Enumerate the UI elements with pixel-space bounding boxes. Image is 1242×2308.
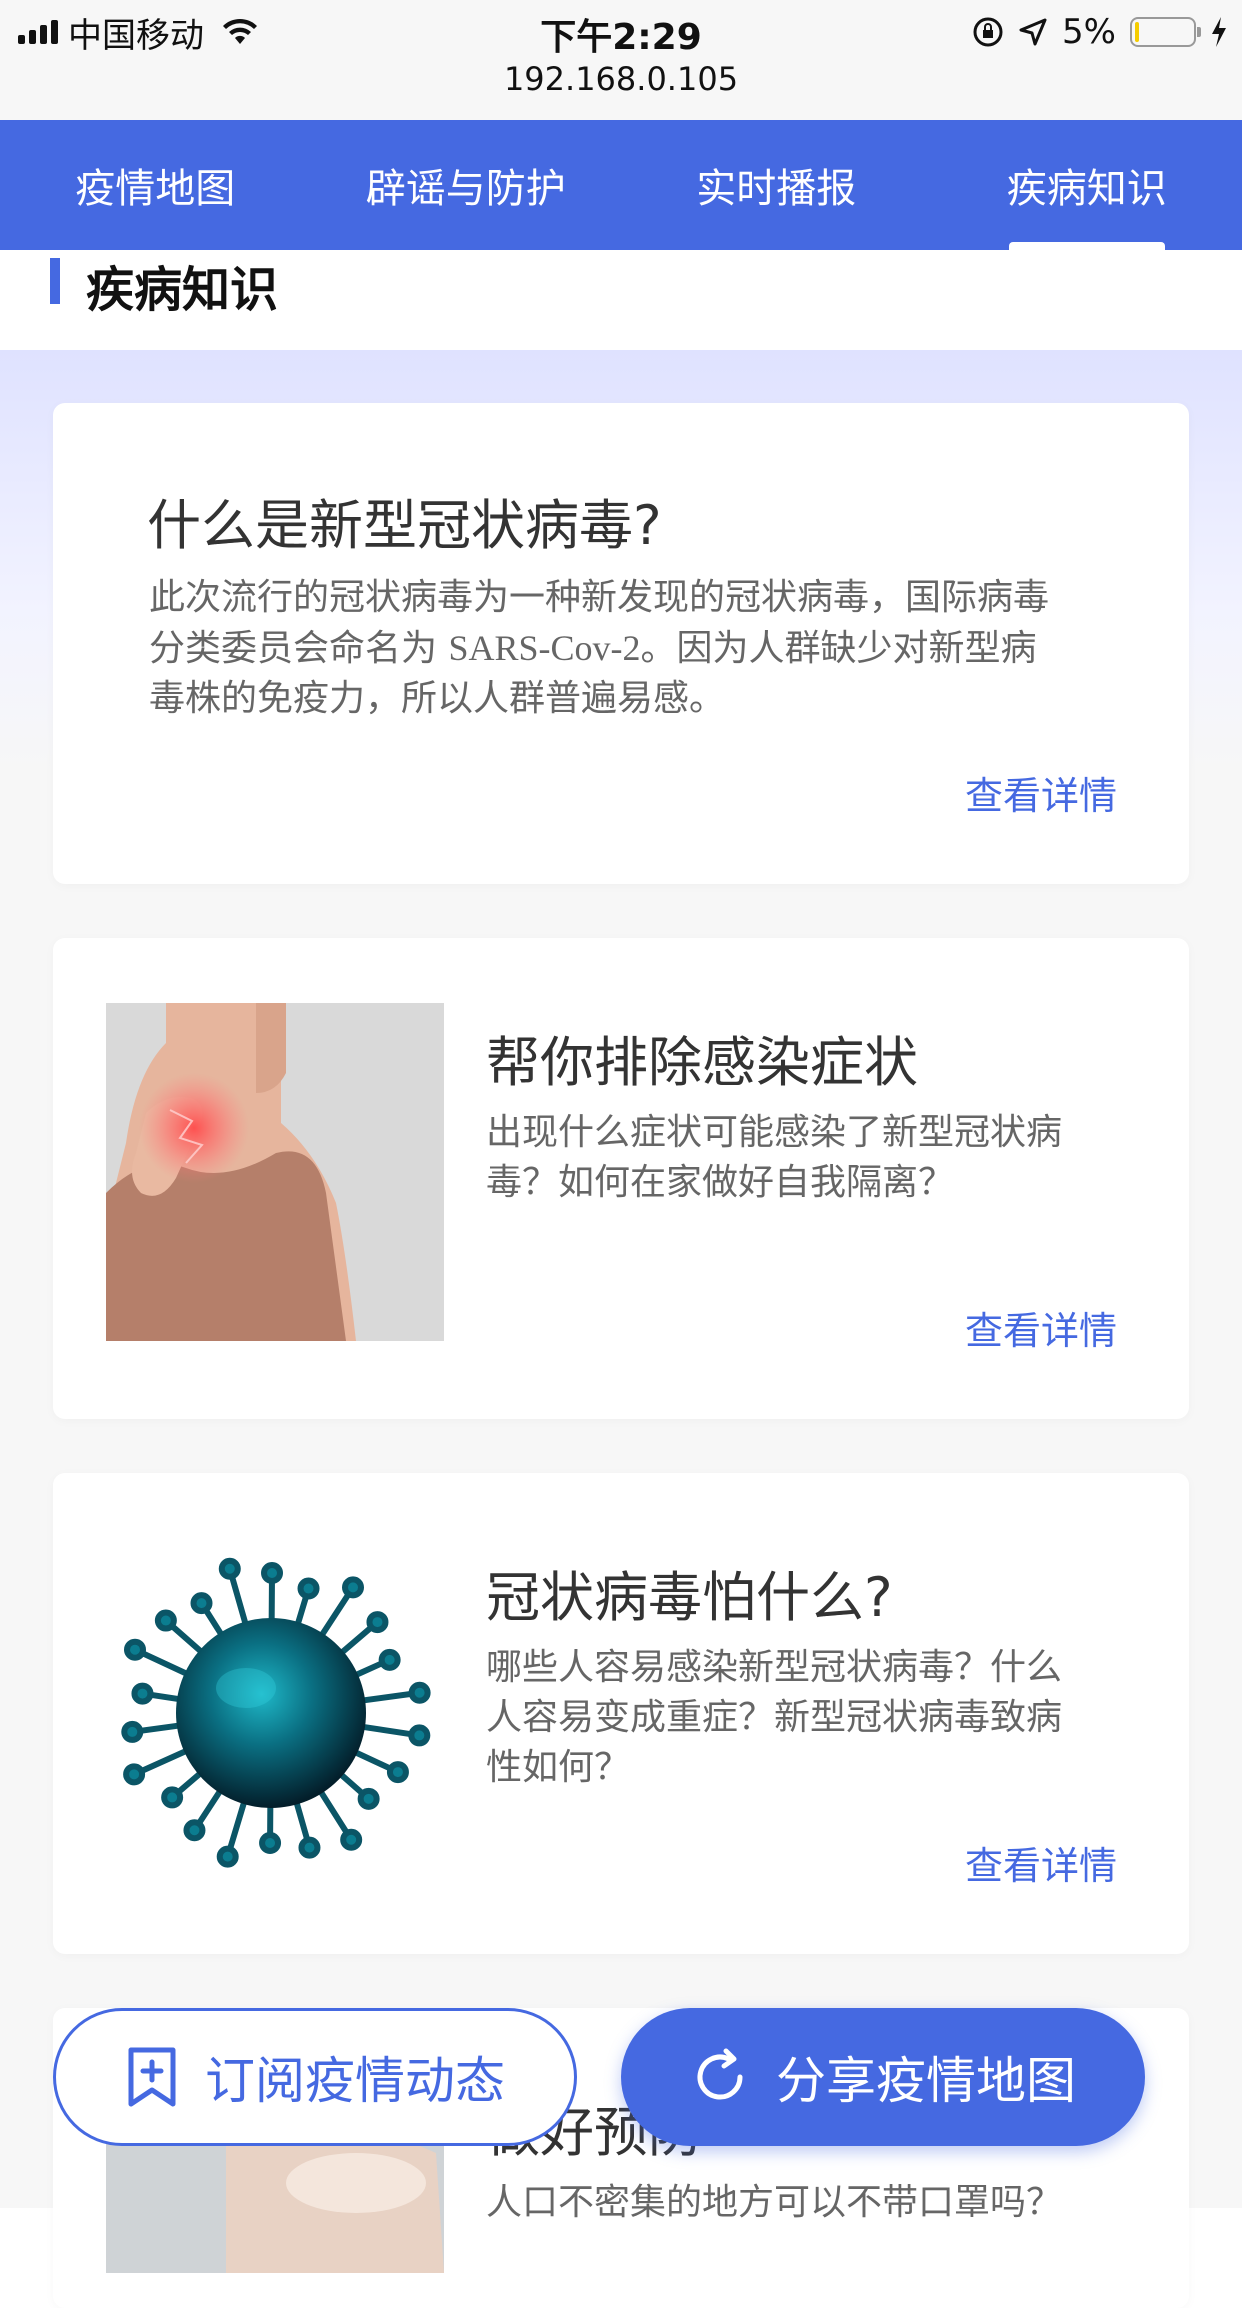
card-desc-line: 此次流行的冠状病毒为一种新发现的冠状病毒，国际病毒 <box>149 573 1149 623</box>
card-desc-line: 毒株的免疫力，所以人群普遍易感。 <box>149 674 1149 724</box>
card-title: 什么是新型冠状病毒? <box>147 481 662 560</box>
share-label: 分享疫情地图 <box>776 2041 1076 2113</box>
tab-rumors-protection[interactable]: 辟谣与防护 <box>311 120 622 250</box>
virus-spike-tip <box>411 1727 427 1743</box>
share-refresh-icon <box>690 2047 750 2107</box>
tab-live-report[interactable]: 实时播报 <box>621 120 932 250</box>
virus-spike-tip <box>412 1685 428 1701</box>
view-details-link[interactable]: 查看详情 <box>965 765 1117 820</box>
virus-spike-tip <box>361 1791 377 1807</box>
virus-spike-tip <box>262 1835 278 1851</box>
card-desc-text: 分类委员会命名为 <box>149 628 448 669</box>
virus-spike-tip <box>264 1565 280 1581</box>
card-desc-line: 性如何？ <box>486 1743 1126 1793</box>
virus-spike-tip <box>126 1766 142 1782</box>
woman-sore-throat-photo <box>106 1003 444 1341</box>
card-description: 此次流行的冠状病毒为一种新发现的冠状病毒，国际病毒 分类委员会命名为 SARS-… <box>149 573 1149 724</box>
card-desc-text: 。因为人群缺少对新型病 <box>641 628 1037 669</box>
view-details-link[interactable]: 查看详情 <box>965 1835 1117 1890</box>
card-title: 帮你排除感染症状 <box>486 1018 918 1097</box>
card-title: 冠状病毒怕什么? <box>486 1553 893 1632</box>
virus-spike-tip <box>194 1595 210 1611</box>
charging-bolt-icon <box>1210 16 1228 48</box>
virus-spike-tip <box>390 1764 406 1780</box>
virus-spike-tip <box>134 1686 150 1702</box>
card-desc-line: 人口不密集的地方可以不带口罩吗？ <box>486 2178 1126 2228</box>
card-description: 出现什么症状可能感染了新型冠状病 毒？如何在家做好自我隔离？ <box>486 1108 1126 1208</box>
virus-spike-tip <box>158 1613 174 1629</box>
battery-icon <box>1130 17 1196 47</box>
virus-spike-tip <box>222 1561 238 1577</box>
knowledge-card[interactable]: 帮你排除感染症状 出现什么症状可能感染了新型冠状病 毒？如何在家做好自我隔离？ … <box>53 938 1189 1419</box>
battery-fill <box>1135 22 1139 42</box>
card-desc-line: 分类委员会命名为 SARS-Cov-2。因为人群缺少对新型病 <box>149 623 1149 674</box>
virus-spike-tip <box>124 1724 140 1740</box>
view-details-link[interactable]: 查看详情 <box>965 1300 1117 1355</box>
virus-spike-tip <box>186 1822 202 1838</box>
card-description: 人口不密集的地方可以不带口罩吗？ <box>486 2178 1126 2228</box>
subscribe-label: 订阅疫情动态 <box>205 2041 505 2113</box>
section-title: 疾病知识 <box>86 250 278 320</box>
tab-disease-knowledge[interactable]: 疾病知识 <box>932 120 1242 250</box>
card-desc-code: SARS-Cov-2 <box>448 628 640 668</box>
bookmark-add-icon <box>125 2046 179 2108</box>
virus-spike-tip <box>301 1840 317 1856</box>
coronavirus-illustration <box>106 1548 444 1886</box>
card-desc-line: 哪些人容易感染新型冠状病毒？什么 <box>486 1643 1126 1693</box>
virus-spike-tip <box>127 1642 143 1658</box>
virus-spike-tip <box>220 1849 236 1865</box>
virus-spike-tip <box>301 1581 317 1597</box>
woman-sore-throat-image <box>106 1003 444 1341</box>
share-map-button[interactable]: 分享疫情地图 <box>621 2008 1145 2146</box>
tab-epidemic-map[interactable]: 疫情地图 <box>0 120 311 250</box>
content-area: 什么是新型冠状病毒? 此次流行的冠状病毒为一种新发现的冠状病毒，国际病毒 分类委… <box>0 350 1242 2208</box>
virus-spike-tip <box>369 1614 385 1630</box>
virus-spike-tip <box>343 1832 359 1848</box>
card-desc-line: 人容易变成重症？新型冠状病毒致病 <box>486 1693 1126 1743</box>
virus-spike-tip <box>382 1652 398 1668</box>
virus-spike-tip <box>345 1579 361 1595</box>
status-right: 5% <box>972 10 1228 54</box>
page-url[interactable]: 192.168.0.105 <box>0 60 1242 98</box>
section-header: 疾病知识 <box>0 250 1242 350</box>
coronavirus-image <box>106 1548 444 1886</box>
location-arrow-icon <box>1018 17 1048 47</box>
battery-percent: 5% <box>1062 12 1116 52</box>
knowledge-card[interactable]: 冠状病毒怕什么? 哪些人容易感染新型冠状病毒？什么 人容易变成重症？新型冠状病毒… <box>53 1473 1189 1954</box>
section-accent-bar <box>50 258 60 304</box>
virus-spike-tip <box>164 1789 180 1805</box>
orientation-lock-icon <box>972 16 1004 48</box>
card-description: 哪些人容易感染新型冠状病毒？什么 人容易变成重症？新型冠状病毒致病 性如何？ <box>486 1643 1126 1793</box>
card-desc-line: 毒？如何在家做好自我隔离？ <box>486 1158 1126 1208</box>
subscribe-updates-button[interactable]: 订阅疫情动态 <box>53 2008 577 2146</box>
tab-nav: 疫情地图 辟谣与防护 实时播报 疾病知识 <box>0 120 1242 250</box>
card-desc-line: 出现什么症状可能感染了新型冠状病 <box>486 1108 1126 1158</box>
knowledge-card[interactable]: 什么是新型冠状病毒? 此次流行的冠状病毒为一种新发现的冠状病毒，国际病毒 分类委… <box>53 403 1189 884</box>
status-bar: 中国移动 下午2:29 192.168.0.105 5% <box>0 0 1242 121</box>
